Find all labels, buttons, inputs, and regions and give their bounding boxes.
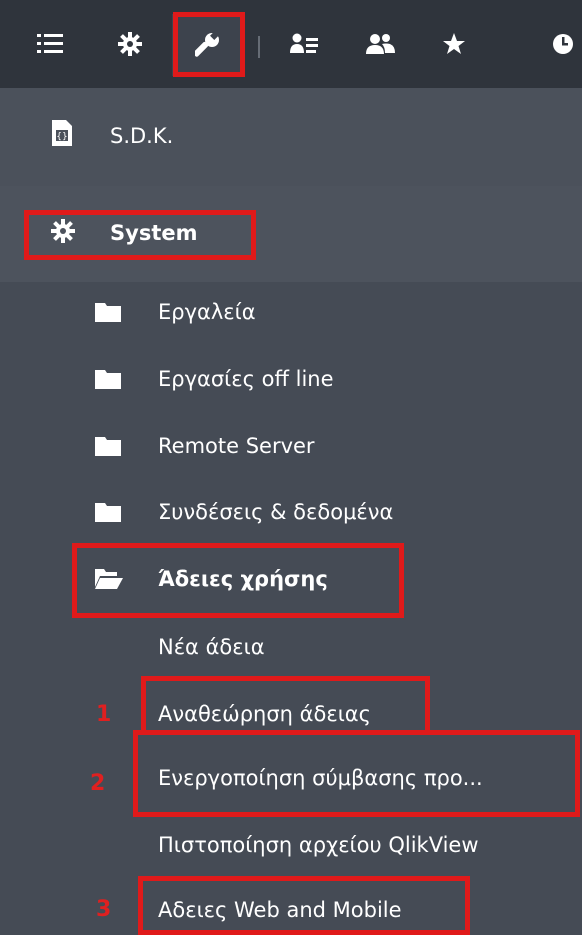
menu-item-sdk-label: S.D.K. — [110, 124, 174, 148]
folder-icon — [95, 370, 121, 389]
folder-item-label: Remote Server — [158, 434, 315, 458]
folder-item-label: Συνδέσεις & δεδομένα — [158, 500, 394, 524]
user-list-icon[interactable] — [286, 22, 322, 66]
app-window: {} S.D.K. System Εργαλεία Εργασίες off l… — [0, 0, 582, 935]
folder-icon — [95, 303, 121, 322]
gear-icon[interactable] — [112, 22, 148, 66]
top-toolbar — [0, 0, 582, 88]
step-marker-2: 2 — [90, 771, 106, 796]
highlight-box-system — [24, 210, 256, 260]
folder-icon — [95, 503, 121, 522]
highlight-box-activate-contract — [133, 730, 580, 817]
step-marker-3: 3 — [96, 897, 112, 922]
license-item-label: Νέα άδεια — [158, 635, 265, 659]
list-icon[interactable] — [32, 22, 68, 66]
toolbar-separator — [258, 36, 260, 58]
folder-item-label: Εργαλεία — [158, 300, 256, 324]
highlight-box-web-mobile — [138, 876, 470, 935]
menu-item-sdk[interactable]: {} S.D.K. — [0, 88, 582, 186]
folder-item-label: Εργασίες off line — [158, 367, 334, 391]
highlight-box-review — [141, 676, 430, 735]
step-marker-1: 1 — [96, 702, 112, 727]
document-icon: {} — [50, 118, 74, 148]
svg-text:{}: {} — [56, 132, 67, 142]
highlight-box-wrench — [173, 12, 245, 77]
clock-icon[interactable] — [552, 22, 582, 66]
users-icon[interactable] — [362, 22, 398, 66]
highlight-box-licenses — [72, 543, 404, 618]
license-item-label: Πιστοποίηση αρχείου QlikView — [158, 833, 479, 857]
folder-icon — [95, 437, 121, 456]
star-icon[interactable] — [436, 22, 472, 66]
